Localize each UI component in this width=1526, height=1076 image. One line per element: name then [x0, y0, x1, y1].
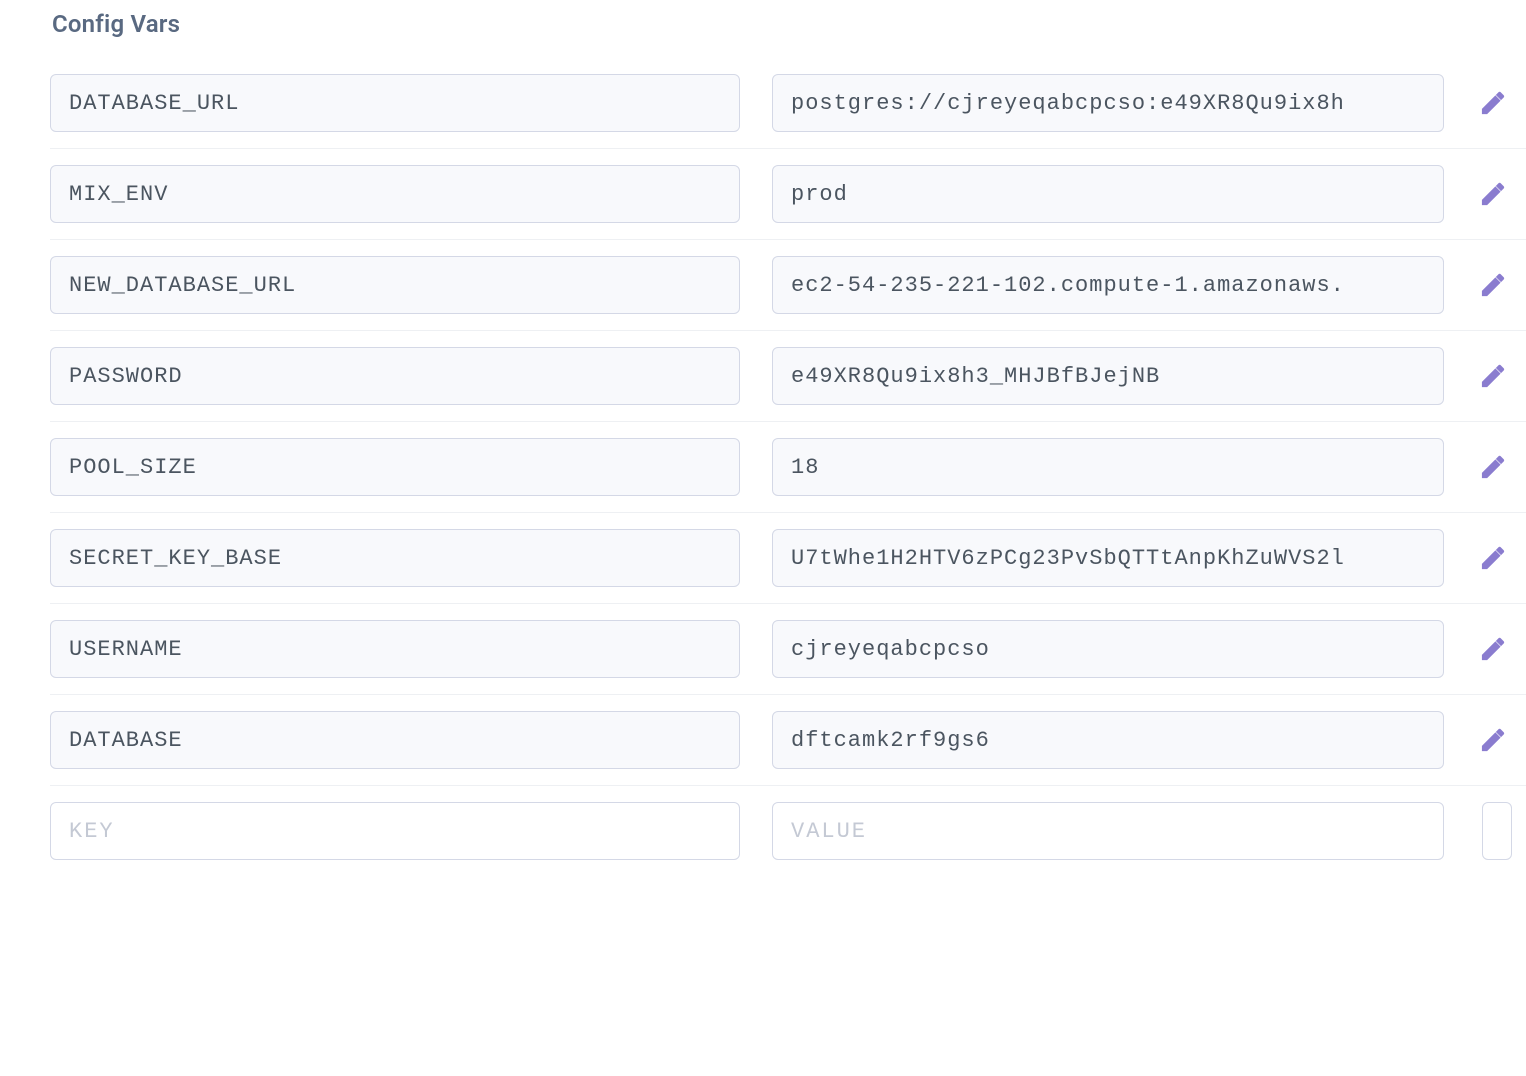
- config-var-row: PASSWORD e49XR8Qu9ix8h3_MHJBfBJejNB: [50, 331, 1526, 422]
- new-config-var-value-input[interactable]: [772, 802, 1444, 860]
- edit-config-var-button[interactable]: [1476, 450, 1510, 484]
- config-var-row: DATABASE dftcamk2rf9gs6: [50, 695, 1526, 786]
- section-title-config-vars: Config Vars: [52, 10, 1526, 38]
- config-var-row: SECRET_KEY_BASE U7tWhe1H2HTV6zPCg23PvSbQ…: [50, 513, 1526, 604]
- config-var-key-field[interactable]: NEW_DATABASE_URL: [50, 256, 740, 314]
- config-var-value-field[interactable]: prod: [772, 165, 1444, 223]
- edit-config-var-button[interactable]: [1476, 723, 1510, 757]
- config-var-row: DATABASE_URL postgres://cjreyeqabcpcso:e…: [50, 74, 1526, 149]
- edit-config-var-button[interactable]: [1476, 359, 1510, 393]
- config-var-key-field[interactable]: DATABASE_URL: [50, 74, 740, 132]
- config-var-value-field[interactable]: ec2-54-235-221-102.compute-1.amazonaws.: [772, 256, 1444, 314]
- config-var-row: POOL_SIZE 18: [50, 422, 1526, 513]
- edit-config-var-button[interactable]: [1476, 177, 1510, 211]
- pencil-icon: [1479, 271, 1507, 299]
- edit-config-var-button[interactable]: [1476, 268, 1510, 302]
- config-var-value-field[interactable]: e49XR8Qu9ix8h3_MHJBfBJejNB: [772, 347, 1444, 405]
- pencil-icon: [1479, 726, 1507, 754]
- pencil-icon: [1479, 89, 1507, 117]
- config-var-value-field[interactable]: dftcamk2rf9gs6: [772, 711, 1444, 769]
- config-var-row: NEW_DATABASE_URL ec2-54-235-221-102.comp…: [50, 240, 1526, 331]
- new-config-var-row: [50, 786, 1526, 876]
- pencil-icon: [1479, 544, 1507, 572]
- config-vars-list: DATABASE_URL postgres://cjreyeqabcpcso:e…: [50, 74, 1526, 876]
- config-var-row: MIX_ENV prod: [50, 149, 1526, 240]
- edit-config-var-button[interactable]: [1476, 541, 1510, 575]
- edit-config-var-button[interactable]: [1476, 632, 1510, 666]
- config-var-value-field[interactable]: 18: [772, 438, 1444, 496]
- config-var-value-field[interactable]: U7tWhe1H2HTV6zPCg23PvSbQTTtAnpKhZuWVS2l: [772, 529, 1444, 587]
- pencil-icon: [1479, 635, 1507, 663]
- config-var-value-field[interactable]: cjreyeqabcpcso: [772, 620, 1444, 678]
- config-var-key-field[interactable]: SECRET_KEY_BASE: [50, 529, 740, 587]
- new-config-var-key-input[interactable]: [50, 802, 740, 860]
- config-var-key-field[interactable]: DATABASE: [50, 711, 740, 769]
- config-var-key-field[interactable]: MIX_ENV: [50, 165, 740, 223]
- pencil-icon: [1479, 180, 1507, 208]
- config-var-key-field[interactable]: POOL_SIZE: [50, 438, 740, 496]
- config-var-key-field[interactable]: USERNAME: [50, 620, 740, 678]
- config-var-key-field[interactable]: PASSWORD: [50, 347, 740, 405]
- add-config-var-button[interactable]: [1482, 802, 1512, 860]
- pencil-icon: [1479, 453, 1507, 481]
- edit-config-var-button[interactable]: [1476, 86, 1510, 120]
- config-var-row: USERNAME cjreyeqabcpcso: [50, 604, 1526, 695]
- pencil-icon: [1479, 362, 1507, 390]
- config-var-value-field[interactable]: postgres://cjreyeqabcpcso:e49XR8Qu9ix8h: [772, 74, 1444, 132]
